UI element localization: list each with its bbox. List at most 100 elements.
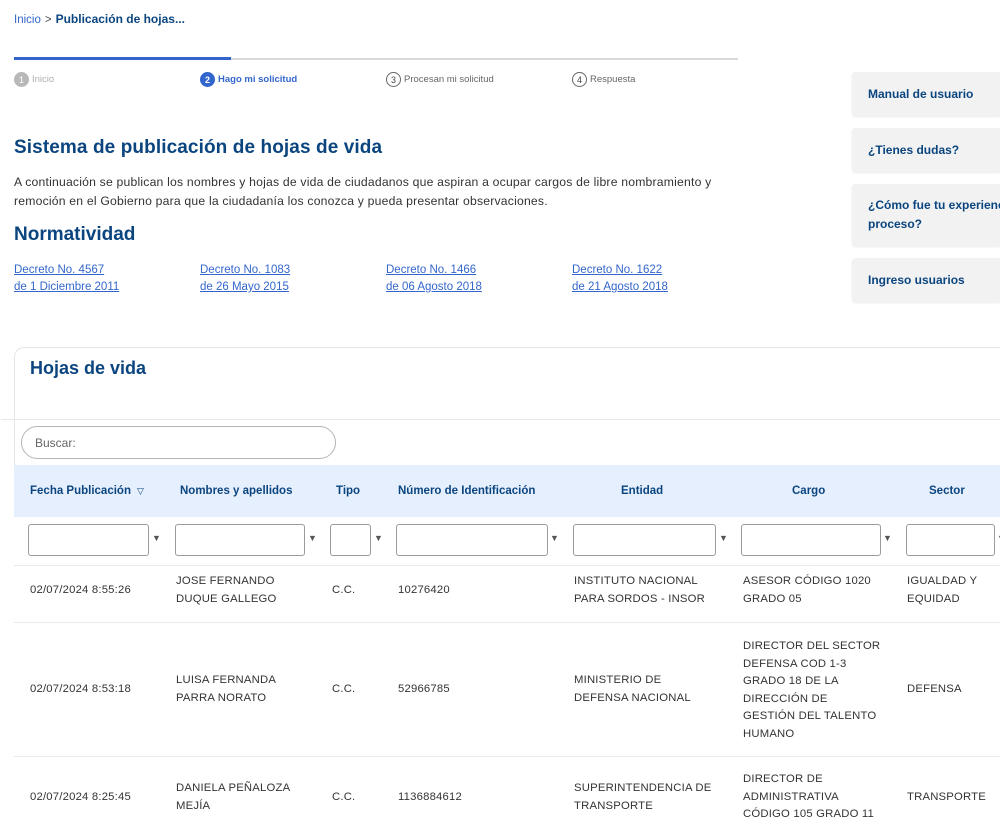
column-header-nombres[interactable]: Nombres y apellidos xyxy=(180,485,292,497)
breadcrumb-home-link[interactable]: Inicio xyxy=(14,14,41,26)
side-item-label-line2: proceso? xyxy=(868,217,923,231)
cell-sector: DEFENSA xyxy=(907,681,962,699)
cell-tipo: C.C. xyxy=(332,683,356,695)
side-item-label: ¿Tienes dudas? xyxy=(868,142,960,157)
filter-input-fecha[interactable] xyxy=(28,524,149,556)
filter-icon[interactable]: ▼ xyxy=(883,533,892,543)
decree-link-1083[interactable]: Decreto No. 1083 de 26 Mayo 2015 xyxy=(200,262,290,296)
cell-tipo: C.C. xyxy=(332,584,356,596)
progress-track xyxy=(14,57,738,60)
cell-numero: 52966785 xyxy=(398,683,450,695)
cell-cargo: ASESOR CÓDIGO 1020 GRADO 05 xyxy=(743,573,871,608)
table-row[interactable]: 02/07/2024 8:53:18 LUISA FERNANDA PARRA … xyxy=(14,622,1000,756)
decree-link-1466[interactable]: Decreto No. 1466 de 06 Agosto 2018 xyxy=(386,262,482,296)
cell-numero: 1136884612 xyxy=(398,791,462,803)
hojas-de-vida-header: Hojas de vida xyxy=(15,348,1000,396)
breadcrumb-current: Publicación de hojas... xyxy=(55,12,185,26)
cell-line: ASESOR CÓDIGO 1020 xyxy=(743,575,871,587)
cell-line: DEFENSA xyxy=(907,683,962,695)
decree-links: Decreto No. 4567 de 1 Diciembre 2011 Dec… xyxy=(14,262,754,298)
cell-line: DANIELA PEÑALOZA xyxy=(176,782,291,794)
cell-entidad: SUPERINTENDENCIA DE TRANSPORTE xyxy=(574,780,712,815)
step-procesan-mi-solicitud[interactable]: 3 Procesan mi solicitud xyxy=(386,72,494,87)
page-title: Sistema de publicación de hojas de vida xyxy=(14,137,383,158)
step-inicio[interactable]: 1 Inicio xyxy=(14,72,54,87)
filter-input-entidad[interactable] xyxy=(573,524,716,556)
cell-sector: IGUALDAD Y EQUIDAD xyxy=(907,573,977,608)
cell-line: DEFENSA COD 1-3 xyxy=(743,657,847,670)
step-number: 4 xyxy=(572,72,587,87)
cell-cargo: DIRECTOR DE ADMINISTRATIVA CÓDIGO 105 GR… xyxy=(743,771,874,824)
step-hago-mi-solicitud[interactable]: 2 Hago mi solicitud xyxy=(200,72,297,87)
cell-line: DUQUE GALLEGO xyxy=(176,592,277,605)
side-item-ingreso-usuarios[interactable]: Ingreso usuarios xyxy=(852,258,1000,302)
cell-numero: 10276420 xyxy=(398,584,450,596)
filter-input-nombres[interactable] xyxy=(175,524,305,556)
filter-icon[interactable]: ▼ xyxy=(374,533,383,543)
cell-line: CÓDIGO 105 GRADO 11 xyxy=(743,808,875,820)
side-item-manual-de-usuario[interactable]: Manual de usuario xyxy=(852,72,1000,116)
decree-number: Decreto No. 1083 xyxy=(200,264,291,276)
filter-input-cargo[interactable] xyxy=(741,524,881,556)
decree-date: de 26 Mayo 2015 xyxy=(200,281,289,293)
cell-line: TRANSPORTE xyxy=(907,791,986,803)
column-label: Nombres y apellidos xyxy=(180,485,293,497)
cell-nombre: LUISA FERNANDA PARRA NORATO xyxy=(176,672,276,707)
cell-line: PARA SORDOS - INSOR xyxy=(574,592,706,605)
column-label: Tipo xyxy=(336,485,361,497)
filter-input-sector[interactable] xyxy=(906,524,995,556)
cell-line: PARRA NORATO xyxy=(176,691,267,704)
decree-link-4567[interactable]: Decreto No. 4567 de 1 Diciembre 2011 xyxy=(14,262,119,296)
step-respuesta[interactable]: 4 Respuesta xyxy=(572,72,635,87)
cell-line: DEFENSA NACIONAL xyxy=(574,691,691,704)
cell-line: DIRECTOR DEL SECTOR xyxy=(743,640,881,652)
breadcrumb-separator: > xyxy=(44,14,52,26)
search-input[interactable]: Buscar: xyxy=(21,426,336,459)
filter-input-numero[interactable] xyxy=(396,524,548,556)
cell-fecha: 02/07/2024 8:53:18 xyxy=(30,683,131,695)
cell-line: LUISA FERNANDA xyxy=(176,674,277,686)
table-row[interactable]: 02/07/2024 8:25:45 DANIELA PEÑALOZA MEJÍ… xyxy=(14,756,1000,835)
cell-cargo: DIRECTOR DEL SECTOR DEFENSA COD 1-3 GRAD… xyxy=(743,638,880,743)
cell-nombre: JOSE FERNANDO DUQUE GALLEGO xyxy=(176,573,277,608)
column-header-entidad[interactable]: Entidad xyxy=(621,485,663,497)
column-label: Cargo xyxy=(792,485,826,497)
table-row[interactable]: 02/07/2024 8:55:26 JOSE FERNANDO DUQUE G… xyxy=(14,565,1000,622)
search-placeholder: Buscar: xyxy=(35,435,76,450)
decree-link-1622[interactable]: Decreto No. 1622 de 21 Agosto 2018 xyxy=(572,262,668,296)
filter-input-tipo[interactable] xyxy=(330,524,371,556)
decree-number: Decreto No. 1622 xyxy=(572,264,663,276)
cell-fecha: 02/07/2024 8:25:45 xyxy=(30,791,131,803)
sort-down-icon[interactable]: ▽ xyxy=(137,486,144,497)
cell-entidad: MINISTERIO DE DEFENSA NACIONAL xyxy=(574,672,691,707)
filter-icon[interactable]: ▼ xyxy=(308,533,317,543)
column-header-fecha[interactable]: Fecha Publicación ▽ xyxy=(30,485,144,497)
filter-icon[interactable]: ▼ xyxy=(719,533,728,543)
filter-icon[interactable]: ▼ xyxy=(152,533,161,543)
filter-row: ▼ ▼ ▼ ▼ ▼ ▼ ▼ xyxy=(14,517,1000,565)
cell-fecha: 02/07/2024 8:55:26 xyxy=(30,584,131,596)
side-item-experiencia[interactable]: ¿Cómo fue tu experiencia durante el proc… xyxy=(852,184,1000,246)
intro-text: A continuación se publican los nombres y… xyxy=(14,173,744,211)
decree-date: de 1 Diciembre 2011 xyxy=(14,281,120,293)
side-item-tienes-dudas[interactable]: ¿Tienes dudas? xyxy=(852,128,1000,172)
filter-icon[interactable]: ▼ xyxy=(550,533,559,543)
column-header-tipo[interactable]: Tipo xyxy=(336,485,360,497)
hojas-de-vida-title: Hojas de vida xyxy=(30,358,147,378)
cell-line: IGUALDAD Y xyxy=(907,575,978,587)
column-header-sector[interactable]: Sector xyxy=(929,485,965,497)
step-label: Hago mi solicitud xyxy=(218,74,298,85)
step-number: 2 xyxy=(200,72,215,87)
column-header-cargo[interactable]: Cargo xyxy=(792,485,825,497)
side-menu: Manual de usuario ¿Tienes dudas? ¿Cómo f… xyxy=(852,72,1000,314)
step-label: Respuesta xyxy=(590,74,636,85)
cell-line: INSTITUTO NACIONAL xyxy=(574,575,698,587)
table-header: Fecha Publicación ▽ Nombres y apellidos T… xyxy=(14,465,1000,517)
cell-line: EQUIDAD xyxy=(907,592,960,605)
cell-line: ADMINISTRATIVA xyxy=(743,790,839,803)
cell-line: GESTIÓN DEL TALENTO xyxy=(743,710,877,722)
column-label: Fecha Publicación xyxy=(30,485,131,497)
step-number: 3 xyxy=(386,72,401,87)
column-header-numero[interactable]: Número de Identificación xyxy=(398,485,535,497)
decree-number: Decreto No. 4567 xyxy=(14,264,105,276)
